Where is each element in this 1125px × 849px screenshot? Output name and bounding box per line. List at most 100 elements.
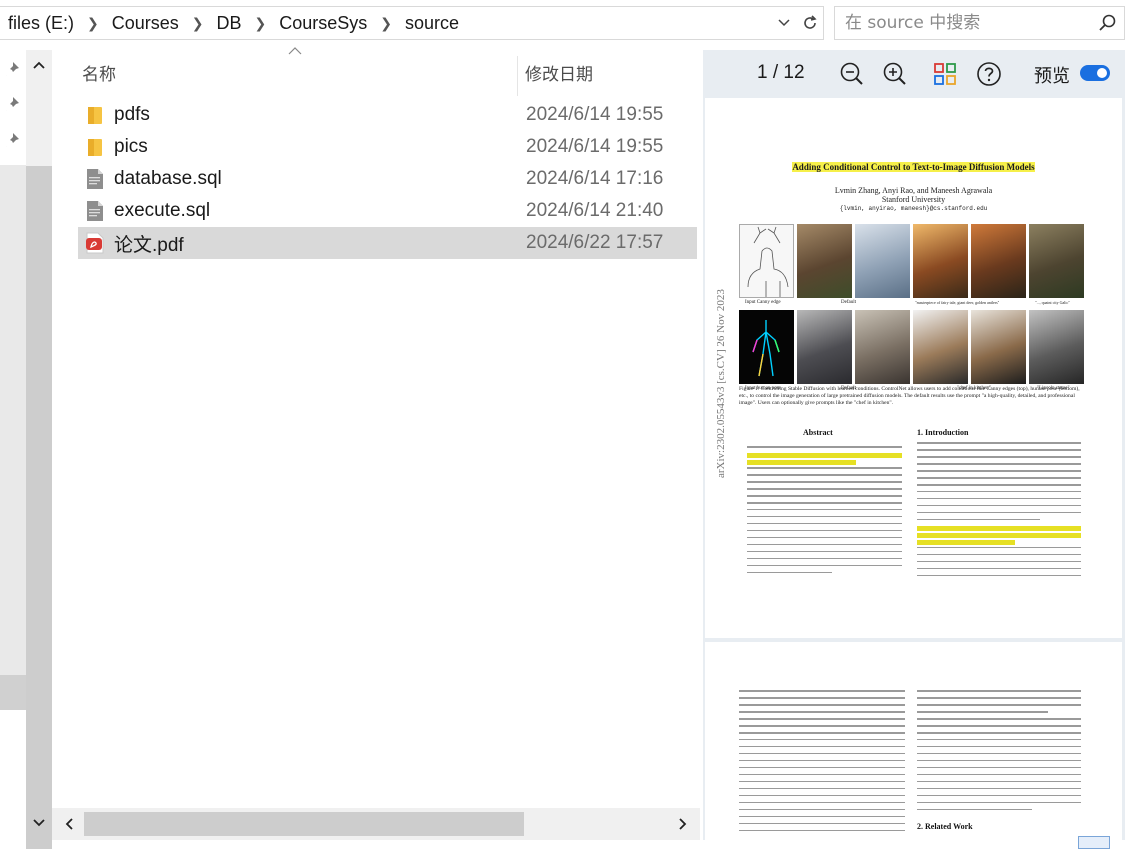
breadcrumb: files (E:) ❯ Courses ❯ DB ❯ CourseSys ❯ …: [0, 13, 771, 34]
file-name: database.sql: [114, 168, 222, 189]
pdf-page-1[interactable]: Adding Conditional Control to Text-to-Im…: [705, 98, 1122, 638]
file-name: pdfs: [114, 104, 150, 125]
search-icon[interactable]: [1098, 13, 1118, 33]
breadcrumb-db[interactable]: DB: [215, 13, 244, 34]
zoom-out-button[interactable]: [838, 60, 866, 88]
zoom-in-icon: [883, 62, 906, 85]
chevron-down-icon: [33, 819, 45, 827]
deer-fairytale-image: [971, 224, 1026, 298]
paper-authors: Lvmin Zhang, Anyi Rao, and Maneesh Agraw…: [834, 186, 993, 195]
page2-right-text: [917, 690, 1081, 816]
chevron-right-icon[interactable]: ❯: [369, 15, 403, 32]
help-button[interactable]: [975, 60, 1003, 88]
file-date: 2024/6/14 19:55: [526, 136, 664, 157]
pin-icon: [6, 62, 19, 76]
column-header: 名称 修改日期: [52, 46, 700, 96]
horizontal-scrollbar[interactable]: [52, 808, 700, 840]
page-indicator: 1 / 12: [757, 62, 805, 83]
chef-image-2: [971, 310, 1026, 384]
folder-icon: [84, 135, 106, 159]
chevron-right-icon[interactable]: ❯: [244, 15, 278, 32]
file-row-selected[interactable]: 论文.pdf 2024/6/22 17:57: [78, 227, 697, 259]
deer-city-image: [1029, 224, 1084, 298]
zoom-in-button[interactable]: [881, 60, 909, 88]
deer-snow-image: [855, 224, 910, 298]
page2-left-text: [739, 690, 905, 837]
preview-label: 预览: [1034, 66, 1070, 87]
deer-golden-image: [913, 224, 968, 298]
zoom-out-icon: [840, 62, 863, 85]
abstract-text: [747, 446, 902, 579]
apps-grid-icon: [934, 63, 956, 85]
pose-default-image-2: [855, 310, 910, 384]
chevron-right-icon[interactable]: ❯: [76, 15, 110, 32]
breadcrumb-courses[interactable]: Courses: [110, 13, 181, 34]
preview-toolbar: 1 / 12 预览: [703, 50, 1125, 98]
intro-text: [917, 442, 1081, 582]
search-box[interactable]: [834, 6, 1125, 40]
sql-file-icon: [84, 199, 106, 223]
canny-edge-image: [739, 224, 794, 298]
file-date: 2024/6/14 17:16: [526, 168, 664, 189]
scroll-left-button[interactable]: [56, 811, 82, 837]
chevron-right-icon[interactable]: ❯: [181, 15, 215, 32]
file-name: 论文.pdf: [114, 234, 184, 256]
chevron-up-icon: [33, 61, 45, 69]
scroll-thumb[interactable]: [84, 812, 524, 836]
scroll-right-button[interactable]: [670, 811, 696, 837]
file-name: execute.sql: [114, 200, 211, 221]
figure-caption: Figure 1: Controlling Stable Diffusion w…: [739, 386, 1080, 406]
paper-affiliation: Stanford University: [881, 195, 946, 204]
preview-toggle[interactable]: [1080, 65, 1110, 81]
file-name: pics: [114, 136, 148, 157]
related-work-heading: 2. Related Work: [917, 822, 973, 831]
breadcrumb-source[interactable]: source: [403, 13, 461, 34]
column-divider[interactable]: [517, 56, 518, 96]
scroll-down-button[interactable]: [26, 810, 52, 836]
paper-authors-block: Lvmin Zhang, Anyi Rao, and Maneesh Agraw…: [705, 186, 1122, 213]
file-row[interactable]: pdfs 2024/6/14 19:55: [78, 99, 697, 131]
search-input[interactable]: [835, 13, 1098, 33]
chevron-down-icon: [778, 19, 790, 27]
history-dropdown-button[interactable]: [771, 7, 797, 39]
preview-pane: 1 / 12 预览 Adding Conditional Control to …: [703, 50, 1125, 840]
breadcrumb-coursesys[interactable]: CourseSys: [277, 13, 369, 34]
pin-icon: [6, 97, 19, 111]
chevron-right-icon: [679, 818, 687, 830]
column-name-header[interactable]: 名称: [82, 60, 116, 85]
pose-skeleton-image: [739, 310, 794, 384]
file-date: 2024/6/14 19:55: [526, 104, 664, 125]
sql-file-icon: [84, 167, 106, 191]
refresh-icon: [804, 15, 817, 29]
file-row[interactable]: database.sql 2024/6/14 17:16: [78, 163, 697, 195]
scroll-up-button[interactable]: [26, 52, 52, 78]
layout-button[interactable]: [931, 60, 959, 88]
paper-emails: {lvmin, anyirao, maneesh}@cs.stanford.ed…: [839, 205, 988, 212]
caption-fairy-tale: "masterpiece of fairy tale, giant deer, …: [915, 300, 1000, 305]
paper-title-text: Adding Conditional Control to Text-to-Im…: [792, 162, 1035, 172]
paper-title: Adding Conditional Control to Text-to-Im…: [705, 162, 1122, 172]
scroll-thumb[interactable]: [26, 166, 52, 849]
nav-scrollbar[interactable]: [26, 50, 52, 849]
caption-canny: Input Canny edge: [745, 300, 781, 305]
view-toggle-button[interactable]: [1078, 836, 1110, 849]
file-row[interactable]: pics 2024/6/14 19:55: [78, 131, 697, 163]
abstract-heading: Abstract: [803, 428, 833, 437]
chevron-left-icon: [65, 818, 73, 830]
arxiv-id: arXiv:2302.05543v3 [cs.CV] 26 Nov 2023: [715, 289, 727, 478]
address-bar[interactable]: files (E:) ❯ Courses ❯ DB ❯ CourseSys ❯ …: [0, 6, 824, 40]
folder-icon: [84, 103, 106, 127]
file-list: 名称 修改日期 pdfs 2024/6/14 19:55 pics 2024/6…: [52, 46, 700, 840]
breadcrumb-drive[interactable]: files (E:): [6, 13, 76, 34]
nav-pane-strip: [0, 165, 26, 710]
pdf-page-2[interactable]: 2. Related Work: [705, 642, 1122, 840]
deer-default-image: [797, 224, 852, 298]
toggle-knob: [1097, 68, 1107, 78]
refresh-button[interactable]: [797, 7, 823, 39]
address-row: files (E:) ❯ Courses ❯ DB ❯ CourseSys ❯ …: [0, 0, 1125, 46]
column-date-header[interactable]: 修改日期: [525, 60, 593, 85]
nav-highlight[interactable]: [0, 675, 26, 710]
file-row[interactable]: execute.sql 2024/6/14 21:40: [78, 195, 697, 227]
file-date: 2024/6/22 17:57: [526, 232, 664, 253]
pose-default-image: [797, 310, 852, 384]
